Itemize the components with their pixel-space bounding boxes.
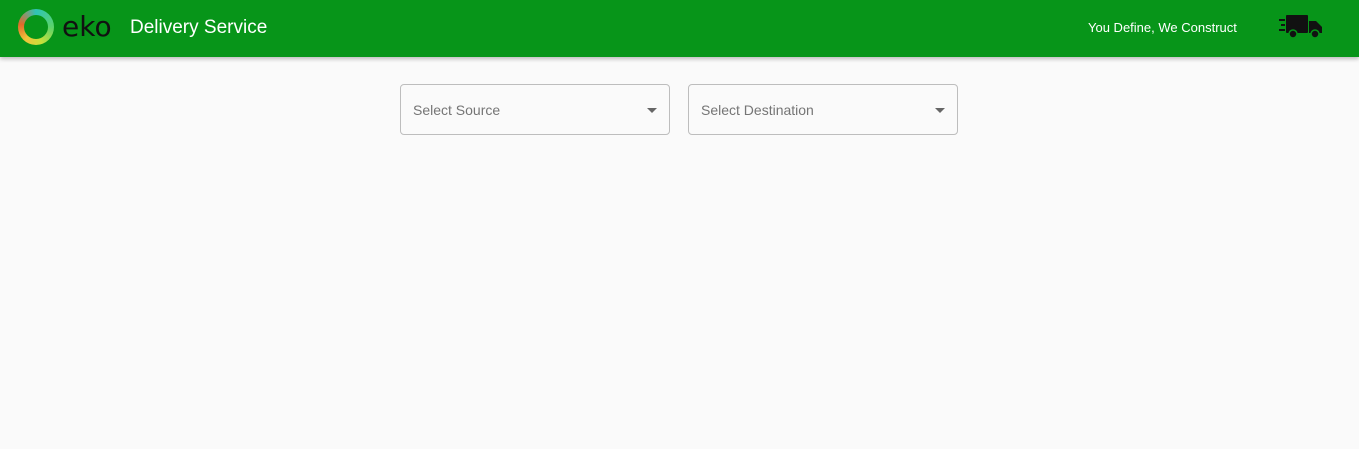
chevron-down-icon (647, 108, 657, 113)
select-destination-dropdown[interactable]: Select Destination (688, 84, 958, 135)
select-source-dropdown[interactable]: Select Source (400, 84, 670, 135)
delivery-truck-icon (1279, 15, 1322, 39)
logo-text: eko (62, 10, 112, 43)
eko-logo: eko (18, 8, 112, 46)
select-destination-placeholder: Select Destination (701, 102, 814, 118)
app-header: eko Delivery Service You Define, We Cons… (0, 0, 1359, 57)
chevron-down-icon (935, 108, 945, 113)
select-source-placeholder: Select Source (413, 102, 501, 118)
tagline: You Define, We Construct (1088, 20, 1237, 35)
app-title: Delivery Service (130, 17, 268, 38)
eko-logo-ring-icon (18, 9, 54, 45)
